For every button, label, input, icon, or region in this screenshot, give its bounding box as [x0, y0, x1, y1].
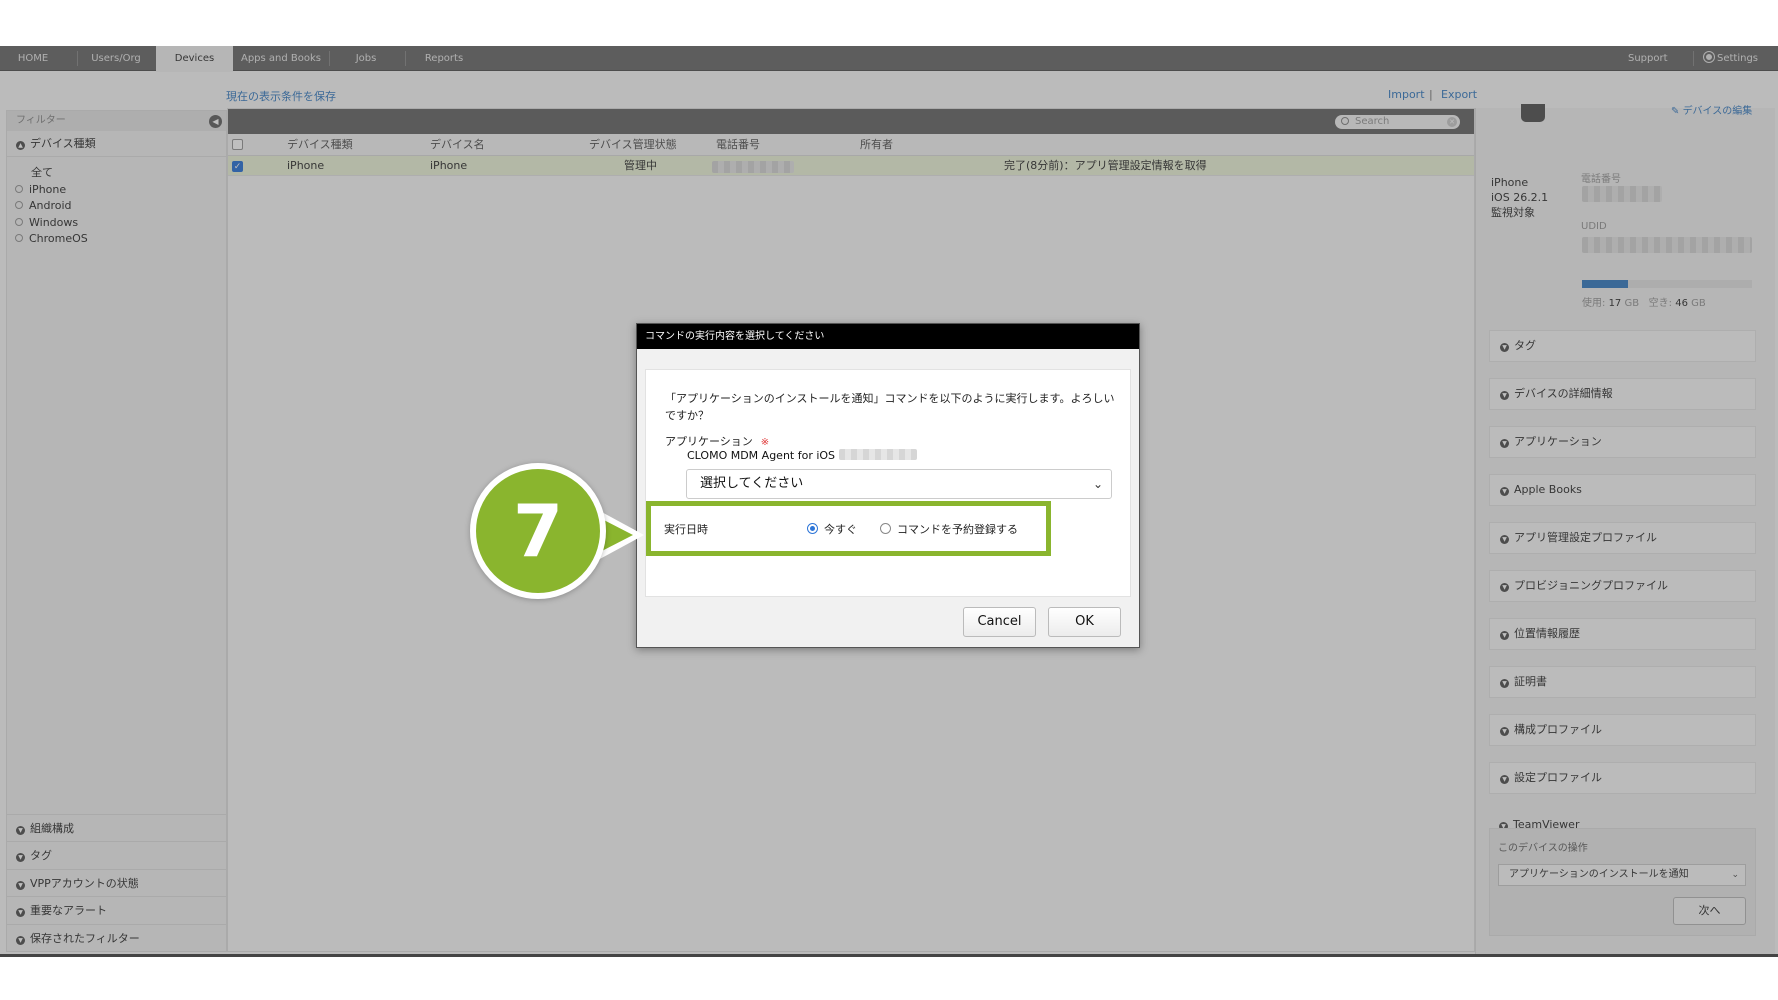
step-number: 7	[512, 489, 564, 573]
application-select[interactable]: 選択してください ⌄	[686, 469, 1112, 499]
radio-selected-icon	[807, 523, 818, 534]
dialog-message: 「アプリケーションのインストールを通知」コマンドを以下のように実行します。よろし…	[665, 392, 1115, 422]
application-value: CLOMO MDM Agent for iOS	[687, 449, 917, 462]
ok-button[interactable]: OK	[1048, 607, 1121, 637]
cancel-button[interactable]: Cancel	[963, 607, 1036, 637]
app-version-redacted	[838, 449, 917, 460]
chevron-down-icon: ⌄	[1092, 477, 1103, 491]
radio-now[interactable]: 今すぐ	[807, 521, 857, 537]
application-label: アプリケーション ※	[665, 433, 769, 449]
execution-time-label: 実行日時	[664, 523, 708, 536]
window-bottom-edge	[0, 954, 1778, 957]
dialog-title: コマンドの実行内容を選択してください	[637, 324, 1139, 349]
application-name: CLOMO MDM Agent for iOS	[687, 449, 836, 462]
radio-unselected-icon	[880, 523, 891, 534]
required-mark: ※	[760, 437, 770, 448]
radio-schedule[interactable]: コマンドを予約登録する	[880, 521, 1018, 537]
step-callout: 7	[470, 463, 606, 599]
select-placeholder: 選択してください	[700, 476, 804, 491]
radio-schedule-label: コマンドを予約登録する	[897, 523, 1018, 536]
dialog-body: 「アプリケーションのインストールを通知」コマンドを以下のように実行します。よろし…	[645, 369, 1131, 597]
execution-time-row: 実行日時 今すぐ コマンドを予約登録する	[646, 501, 1051, 556]
radio-now-label: 今すぐ	[824, 523, 857, 536]
command-dialog: コマンドの実行内容を選択してください 「アプリケーションのインストールを通知」コ…	[636, 323, 1140, 648]
application-label-text: アプリケーション	[665, 435, 753, 448]
